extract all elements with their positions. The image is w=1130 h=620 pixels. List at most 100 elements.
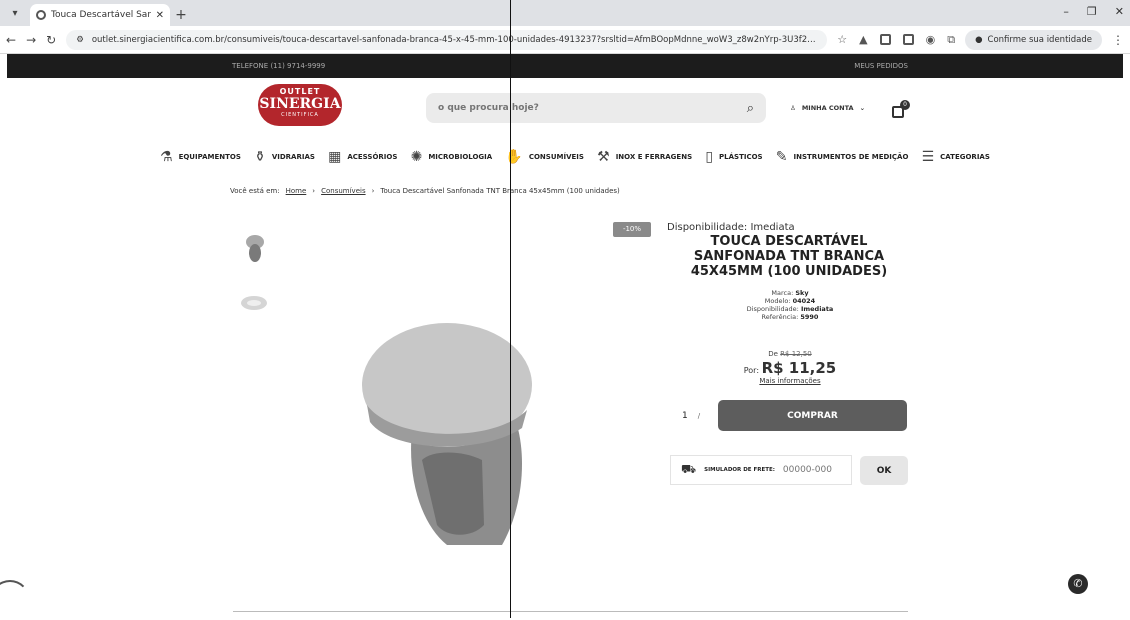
microbiology-icon: ✺ [410,149,423,165]
category-nav: ⚗ EQUIPAMENTOS ⚱ VIDRARIAS ▦ ACESSÓRIOS … [160,144,990,170]
nav-item-plasticos[interactable]: ▯ PLÁSTICOS [705,149,762,165]
product-thumbnail[interactable] [244,233,266,265]
browser-tab[interactable]: Touca Descartável Sanfonada ( ✕ [30,4,170,26]
product-thumbnail[interactable] [239,292,269,314]
nav-item-vidrarias[interactable]: ⚱ VIDRARIAS [254,149,315,165]
product-main-image[interactable] [352,310,532,550]
extension-icon[interactable] [879,34,891,45]
site-info-icon[interactable]: ⚙ [76,35,84,45]
product-specs: Marca: Sky Modelo: 04024 Disponibilidade… [690,289,890,321]
equipment-icon: ⚗ [160,149,173,165]
hardware-icon: ⚒ [597,149,610,165]
quantity-separator: / [697,411,701,420]
breadcrumb: Você está em: Home › Consumíveis › Touca… [230,187,620,195]
breadcrumb-separator-icon: › [371,187,375,195]
breadcrumb-home-link[interactable]: Home [286,187,307,195]
tab-search-icon[interactable]: ▾ [0,0,30,26]
nav-item-label: MICROBIOLOGIA [428,153,493,161]
nav-item-instrumentos-de-medicao[interactable]: ✎ INSTRUMENTOS DE MEDIÇÃO [776,149,909,165]
maximize-icon[interactable]: ❐ [1087,5,1097,18]
menu-icon: ☰ [921,149,935,165]
page-scan-line [510,0,511,618]
phone-text: TELEFONE (11) 9714-9999 [232,62,326,70]
cart-button[interactable]: 0 [892,100,910,118]
extension-icon[interactable] [902,34,914,45]
glassware-icon: ⚱ [254,149,266,165]
more-info-link[interactable]: Mais informações [690,377,890,385]
nav-item-label: INOX E FERRAGENS [615,153,693,161]
extension-icon[interactable]: ▲ [859,33,867,46]
breadcrumb-category-link[interactable]: Consumíveis [321,187,366,195]
site-logo[interactable]: OUTLET SINERGIA CIENTIFICA [258,84,342,126]
search-icon[interactable]: ⌕ [747,101,754,116]
browser-menu-icon[interactable]: ⋮ [1112,33,1124,47]
current-price: Por: R$ 11,25 [743,359,837,377]
window-close-icon[interactable]: ✕ [1115,5,1124,18]
nav-item-label: ACESSÓRIOS [347,153,398,161]
minimize-icon[interactable]: – [1063,5,1069,18]
nav-item-label: CATEGORIAS [940,153,990,161]
whatsapp-icon[interactable]: ✆ [1068,574,1088,594]
availability-text: Disponibilidade: Imediata [667,222,795,233]
nav-item-consumiveis[interactable]: ✋ CONSUMÍVEIS [505,149,584,165]
nav-item-inox-e-ferragens[interactable]: ⚒ INOX E FERRAGENS [597,149,692,165]
page-scan-artifact [0,580,30,620]
back-icon[interactable]: ← [6,33,16,47]
extensions-puzzle-icon[interactable]: ⧉ [947,33,955,47]
search-input[interactable] [438,103,747,113]
spec-model: Modelo: 04024 [764,297,816,305]
truck-icon: ⛟ [681,462,697,476]
accessories-icon: ▦ [328,149,342,165]
search-bar: ⌕ [426,93,766,123]
logo-top-text: OUTLET [279,87,321,96]
nav-item-label: EQUIPAMENTOS [178,153,241,161]
profile-label: Confirme sua identidade [987,34,1092,45]
discount-badge: -10% [613,222,651,237]
breadcrumb-current: Touca Descartável Sanfonada TNT Branca 4… [380,187,620,195]
nav-item-acessorios[interactable]: ▦ ACESSÓRIOS [328,149,397,165]
extension-icon[interactable]: ◉ [926,33,936,46]
cep-input[interactable] [782,465,855,475]
cart-count-badge: 0 [900,100,910,110]
tab-title: Touca Descartável Sanfonada ( [51,10,151,20]
window-controls: – ❐ ✕ [1063,5,1124,18]
original-price: De R$ 12,50 [768,350,812,358]
product-title: TOUCA DESCARTÁVEL SANFONADA TNT BRANCA 4… [690,234,888,279]
plastics-icon: ▯ [705,149,714,165]
logo-sub-text: CIENTIFICA [281,112,319,118]
address-bar[interactable]: ⚙ outlet.sinergiacientifica.com.br/consu… [66,29,828,50]
profile-icon: ● [975,34,983,45]
nav-item-label: VIDRARIAS [271,153,315,161]
close-tab-icon[interactable]: ✕ [156,10,164,21]
orders-link[interactable]: MEUS PEDIDOS [854,62,908,70]
nav-item-categorias[interactable]: ☰ CATEGORIAS [922,149,990,165]
nav-item-label: INSTRUMENTOS DE MEDIÇÃO [793,153,909,161]
favicon-icon [36,10,46,20]
url-text: outlet.sinergiacientifica.com.br/consumi… [91,34,818,45]
user-icon: ♙ [790,104,796,112]
new-tab-icon[interactable]: + [170,4,192,26]
consumables-icon: ✋ [505,149,523,165]
quantity-value: 1 [682,410,688,421]
quantity-stepper[interactable]: 1 / [670,401,716,430]
site-top-strip: TELEFONE (11) 9714-9999 MEUS PEDIDOS [7,54,1123,78]
account-label: MINHA CONTA [801,104,854,112]
nav-item-microbiologia[interactable]: ✺ MICROBIOLOGIA [411,149,493,165]
browser-tab-bar: ▾ Touca Descartável Sanfonada ( ✕ + – ❐ … [0,0,1130,26]
shipping-label: SIMULADOR DE FRETE: [704,467,775,473]
chevron-down-icon: ⌄ [859,104,866,112]
shipping-simulator: ⛟ SIMULADOR DE FRETE: [670,455,855,485]
nav-item-equipamentos[interactable]: ⚗ EQUIPAMENTOS [160,149,241,165]
reload-icon[interactable]: ↻ [46,33,56,47]
logo-main-text: SINERGIA [259,96,341,112]
account-menu[interactable]: ♙ MINHA CONTA ⌄ [790,104,865,112]
buy-button[interactable]: COMPRAR [718,400,907,431]
nav-item-label: CONSUMÍVEIS [528,153,584,161]
forward-icon[interactable]: → [26,33,36,47]
spec-reference: Referência: 5990 [761,313,819,321]
ok-button[interactable]: OK [860,456,908,485]
browser-toolbar: ← → ↻ ⚙ outlet.sinergiacientifica.com.br… [0,26,1130,54]
spec-brand: Marca: Sky [771,289,809,297]
bookmark-star-icon[interactable]: ☆ [837,33,847,46]
profile-button[interactable]: ● Confirme sua identidade [965,29,1102,50]
